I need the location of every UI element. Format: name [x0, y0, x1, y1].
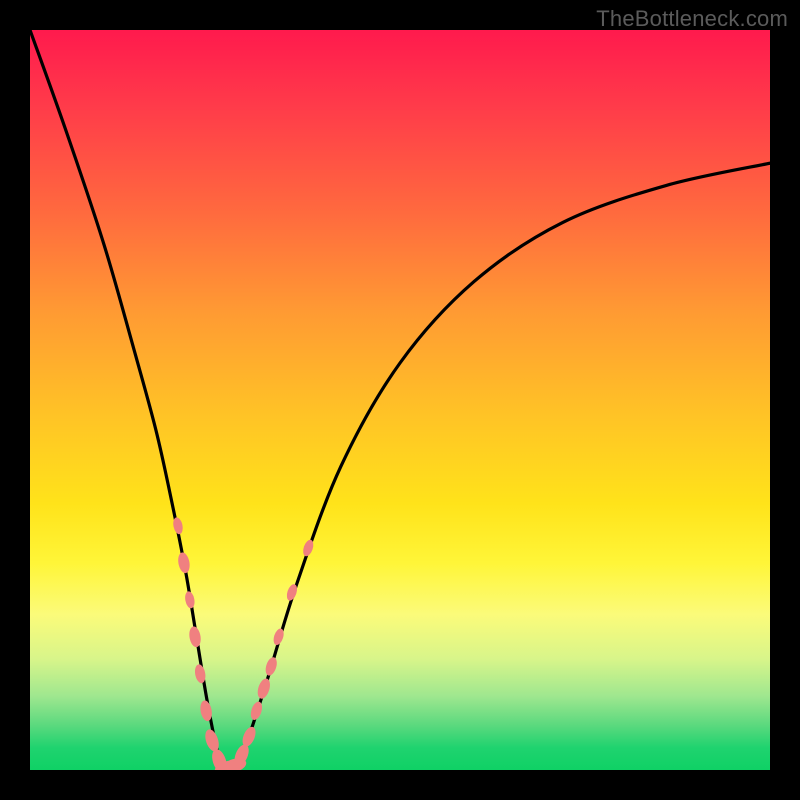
chart-frame: TheBottleneck.com — [0, 0, 800, 800]
curve-marker — [188, 626, 202, 648]
curve-marker — [177, 552, 192, 575]
curve-marker — [172, 517, 184, 536]
curve-markers — [172, 517, 315, 770]
watermark-text: TheBottleneck.com — [596, 6, 788, 32]
curve-marker — [264, 656, 279, 677]
chart-svg — [30, 30, 770, 770]
curve-marker — [255, 677, 272, 700]
bottleneck-curve — [30, 30, 770, 770]
plot-area — [30, 30, 770, 770]
curve-marker — [184, 591, 196, 609]
curve-marker — [249, 700, 264, 721]
